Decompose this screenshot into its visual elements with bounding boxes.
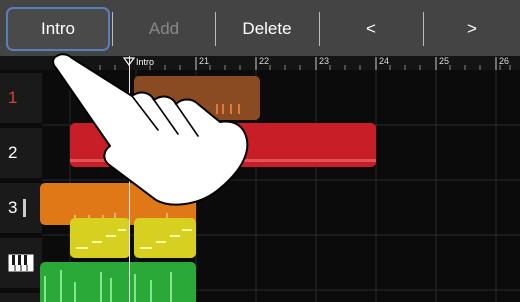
level-indicator	[23, 199, 27, 217]
pointing-hand-icon	[52, 53, 249, 206]
delete-marker-button[interactable]: Delete	[216, 7, 318, 51]
keyboard-icon	[8, 254, 34, 272]
next-marker-button[interactable]: >	[424, 7, 520, 51]
marker-name-button[interactable]: Intro	[6, 7, 110, 51]
bar-number: 23	[319, 56, 330, 66]
recorder-screen: Intro Add Delete < > Intro 21 22 23 24 2…	[0, 0, 520, 302]
bar-number: 26	[499, 56, 510, 66]
bar-number: 22	[259, 56, 270, 66]
track-4-region-b[interactable]	[134, 218, 196, 258]
track-label-1[interactable]: 1	[0, 73, 42, 123]
previous-marker-button[interactable]: <	[320, 7, 422, 51]
midi-notes	[76, 229, 126, 249]
track-5-region[interactable]	[40, 262, 196, 302]
track-label-4[interactable]	[0, 238, 42, 288]
track-4-region-a[interactable]	[70, 218, 130, 258]
track-number: 3	[8, 198, 18, 217]
toolbar: Intro Add Delete < >	[0, 0, 520, 56]
track-label-2[interactable]: 2	[0, 128, 42, 178]
track-label-5[interactable]	[0, 293, 42, 302]
waveform	[44, 270, 172, 302]
track-label-3[interactable]: 3	[0, 183, 42, 233]
add-marker-button[interactable]: Add	[114, 7, 214, 51]
midi-notes	[140, 229, 192, 249]
track-list: 1 2 3	[0, 70, 42, 302]
bar-number: 24	[379, 56, 390, 66]
toolbar-divider	[112, 12, 113, 46]
bar-number: 25	[439, 56, 450, 66]
